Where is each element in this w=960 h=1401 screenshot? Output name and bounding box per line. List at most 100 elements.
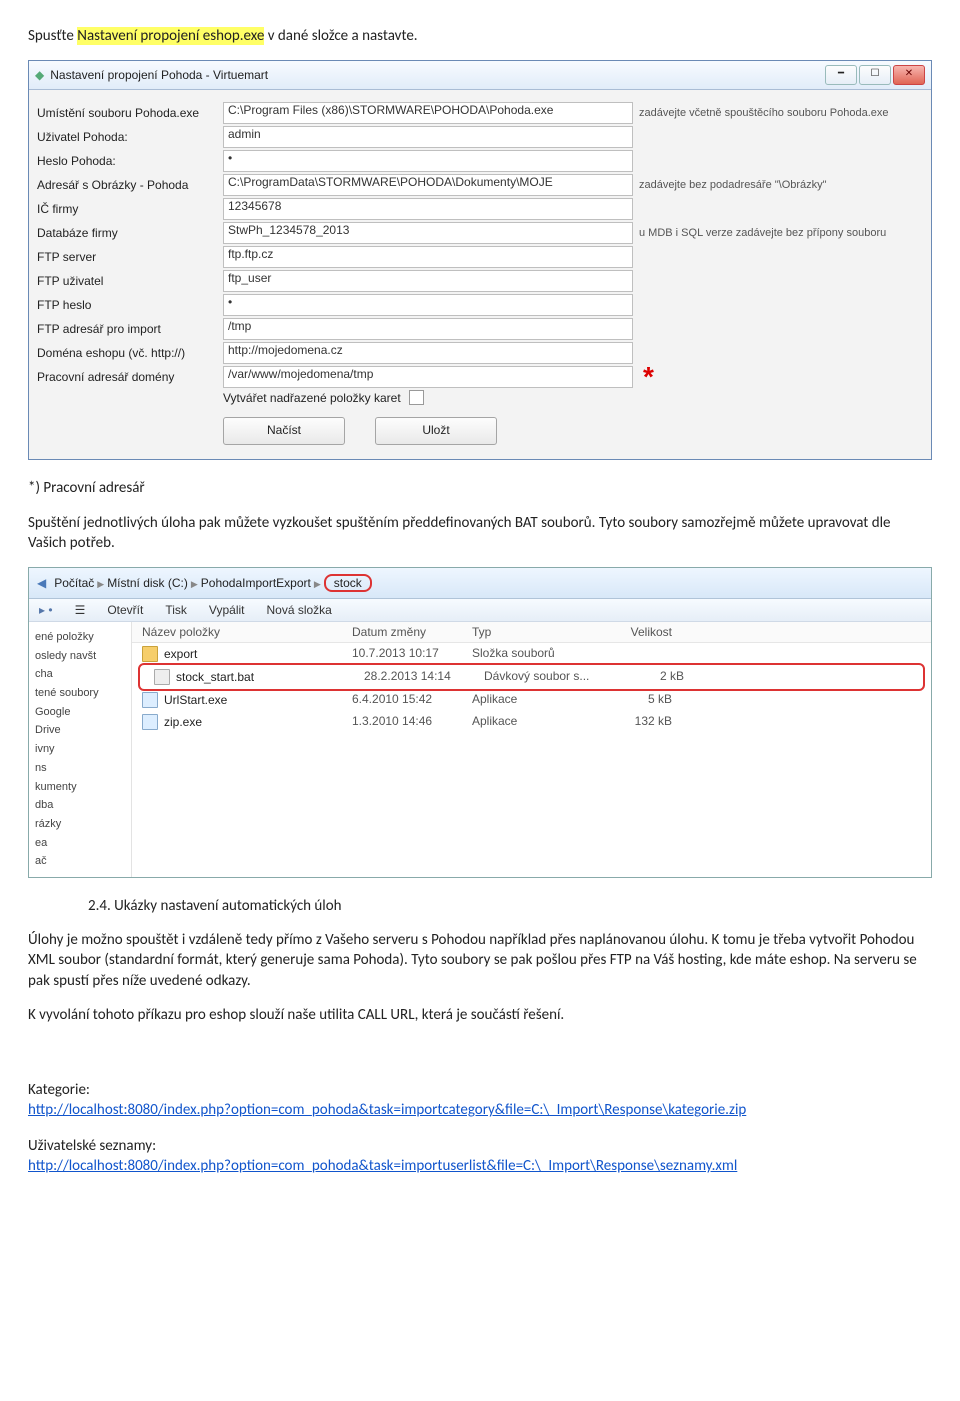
- form-label: FTP server: [37, 250, 217, 264]
- sidebar-item[interactable]: ea: [35, 834, 127, 853]
- sidebar-item[interactable]: kumenty: [35, 778, 127, 797]
- section-2-4-p2: K vyvolání tohoto příkazu pro eshop slou…: [28, 1005, 932, 1025]
- chevron-right-icon: ▶: [97, 579, 104, 589]
- sidebar-item[interactable]: osledy navšt: [35, 647, 127, 666]
- form-area: Umístění souboru Pohoda.exe C:\Program Fi…: [29, 90, 931, 459]
- file-size: 132 kB: [592, 714, 672, 730]
- form-input[interactable]: /tmp: [223, 318, 633, 340]
- col-size[interactable]: Velikost: [592, 625, 672, 639]
- file-name: export: [164, 647, 197, 661]
- sidebar-item[interactable]: ns: [35, 759, 127, 778]
- workdir-para: Spuštění jednotlivých úloha pak můžete v…: [28, 513, 932, 554]
- form-label: Databáze firmy: [37, 226, 217, 240]
- sidebar-item[interactable]: rázky: [35, 815, 127, 834]
- form-input[interactable]: ftp.ftp.cz: [223, 246, 633, 268]
- userlists-link[interactable]: http://localhost:8080/index.php?option=c…: [28, 1157, 737, 1175]
- form-input[interactable]: ftp_user: [223, 270, 633, 292]
- intro-suffix: v dané složce a nastavte.: [264, 27, 417, 45]
- file-row[interactable]: stock_start.bat28.2.2013 14:14Dávkový so…: [144, 666, 919, 688]
- sidebar-item[interactable]: Drive: [35, 721, 127, 740]
- sidebar-item[interactable]: Google: [35, 703, 127, 722]
- checkbox[interactable]: [409, 390, 424, 405]
- form-input[interactable]: C:\ProgramData\STORMWARE\POHODA\Dokument…: [223, 174, 633, 196]
- save-button[interactable]: Uložt: [375, 417, 497, 445]
- toolbar-newfolder[interactable]: Nová složka: [266, 603, 331, 617]
- form-input[interactable]: admin: [223, 126, 633, 148]
- sidebar-item[interactable]: ené položky: [35, 628, 127, 647]
- nav-back-icon[interactable]: ◀: [37, 576, 46, 590]
- form-row: FTP server ftp.ftp.cz: [37, 246, 923, 268]
- file-date: 28.2.2013 14:14: [364, 669, 484, 685]
- form-input[interactable]: 12345678: [223, 198, 633, 220]
- userlists-label: Uživatelské seznamy:: [28, 1137, 932, 1155]
- form-input[interactable]: StwPh_1234578_2013: [223, 222, 633, 244]
- file-row[interactable]: zip.exe1.3.2010 14:46Aplikace132 kB: [132, 711, 931, 733]
- button-row: Načíst Uložt: [37, 407, 923, 445]
- col-date[interactable]: Datum změny: [352, 625, 472, 639]
- form-row: Doména eshopu (vč. http://) http://mojedo…: [37, 342, 923, 364]
- col-name[interactable]: Název položky: [142, 625, 352, 639]
- form-input[interactable]: http://mojedomena.cz: [223, 342, 633, 364]
- breadcrumb-segment[interactable]: Počítač: [54, 576, 94, 590]
- toolbar-organize-icon[interactable]: ☰: [75, 603, 86, 617]
- form-label: Heslo Pohoda:: [37, 154, 217, 168]
- toolbar-open[interactable]: Otevřít: [107, 603, 143, 617]
- col-type[interactable]: Typ: [472, 625, 592, 639]
- maximize-button[interactable]: ☐: [859, 65, 891, 85]
- toolbar-burn[interactable]: Vypálit: [209, 603, 245, 617]
- form-hint: zadávejte bez podadresáře "\Obrázky": [639, 179, 923, 191]
- titlebar: ◆ Nastavení propojení Pohoda - Virtuemar…: [29, 61, 931, 90]
- form-row: Databáze firmyStwPh_1234578_2013u MDB i …: [37, 222, 923, 244]
- categories-link[interactable]: http://localhost:8080/index.php?option=c…: [28, 1101, 746, 1119]
- form-row: Pracovní adresář domény/var/www/mojedome…: [37, 366, 923, 388]
- file-type: Složka souborů: [472, 646, 592, 662]
- form-input[interactable]: /var/www/mojedomena/tmp: [223, 366, 633, 388]
- form-input[interactable]: •: [223, 294, 633, 316]
- minimize-button[interactable]: ━: [825, 65, 857, 85]
- breadcrumb-segment[interactable]: Místní disk (C:): [107, 576, 188, 590]
- form-hint: zadávejte včetně spouštěcího souboru Poh…: [639, 107, 923, 119]
- window-title: Nastavení propojení Pohoda - Virtuemart: [50, 68, 268, 82]
- file-size: 5 kB: [592, 692, 672, 708]
- form-label: FTP adresář pro import: [37, 322, 217, 336]
- chevron-right-icon: ▶: [191, 579, 198, 589]
- form-input[interactable]: C:\Program Files (x86)\STORMWARE\POHODA\…: [223, 102, 633, 124]
- file-date: 10.7.2013 10:17: [352, 646, 472, 662]
- explorer-toolbar: ▸ • ☰ Otevřít Tisk Vypálit Nová složka: [29, 599, 931, 622]
- exe-icon: [142, 692, 158, 708]
- intro-highlight: Nastavení propojení eshop.exe: [77, 27, 264, 45]
- form-row: IČ firmy12345678: [37, 198, 923, 220]
- file-size: [592, 646, 672, 662]
- form-row: Umístění souboru Pohoda.exe C:\Program Fi…: [37, 102, 923, 124]
- close-button[interactable]: ✕: [893, 65, 925, 85]
- breadcrumb[interactable]: Počítač▶Místní disk (C:)▶PohodaImportExp…: [54, 574, 372, 592]
- sidebar-item[interactable]: ač: [35, 852, 127, 871]
- sidebar-item[interactable]: cha: [35, 665, 127, 684]
- categories-label: Kategorie:: [28, 1081, 932, 1099]
- app-icon: ◆: [35, 68, 44, 82]
- sidebar-item[interactable]: dba: [35, 796, 127, 815]
- explorer-sidebar: ené položkyosledy navštchatené souboryGo…: [29, 622, 132, 877]
- breadcrumb-segment[interactable]: stock: [324, 574, 372, 592]
- intro-paragraph: Spusťte Nastavení propojení eshop.exe v …: [28, 26, 932, 46]
- toolbar-print[interactable]: Tisk: [165, 603, 187, 617]
- file-row[interactable]: export 10.7.2013 10:17Složka souborů: [132, 643, 931, 665]
- form-label: Umístění souboru Pohoda.exe: [37, 106, 217, 120]
- form-row: FTP uživatelftp_user: [37, 270, 923, 292]
- chevron-right-icon: ▶: [314, 579, 321, 589]
- load-button[interactable]: Načíst: [223, 417, 345, 445]
- sidebar-item[interactable]: tené soubory: [35, 684, 127, 703]
- file-row[interactable]: UrlStart.exe6.4.2010 15:42Aplikace5 kB: [132, 689, 931, 711]
- form-label: Pracovní adresář domény: [37, 370, 217, 384]
- bat-icon: [154, 669, 170, 685]
- form-input[interactable]: •: [223, 150, 633, 172]
- form-label: Doména eshopu (vč. http://): [37, 346, 217, 360]
- explorer-window: ◀ Počítač▶Místní disk (C:)▶PohodaImportE…: [28, 567, 932, 878]
- selected-file-highlight: stock_start.bat28.2.2013 14:14Dávkový so…: [138, 663, 925, 691]
- form-row: Uživatel Pohoda:admin: [37, 126, 923, 148]
- section-2-4-p1: Úlohy je možno spouštět i vzdáleně tedy …: [28, 930, 932, 991]
- breadcrumb-segment[interactable]: PohodaImportExport: [201, 576, 311, 590]
- file-name: stock_start.bat: [176, 670, 254, 684]
- sidebar-item[interactable]: ivny: [35, 740, 127, 759]
- form-label: FTP heslo: [37, 298, 217, 312]
